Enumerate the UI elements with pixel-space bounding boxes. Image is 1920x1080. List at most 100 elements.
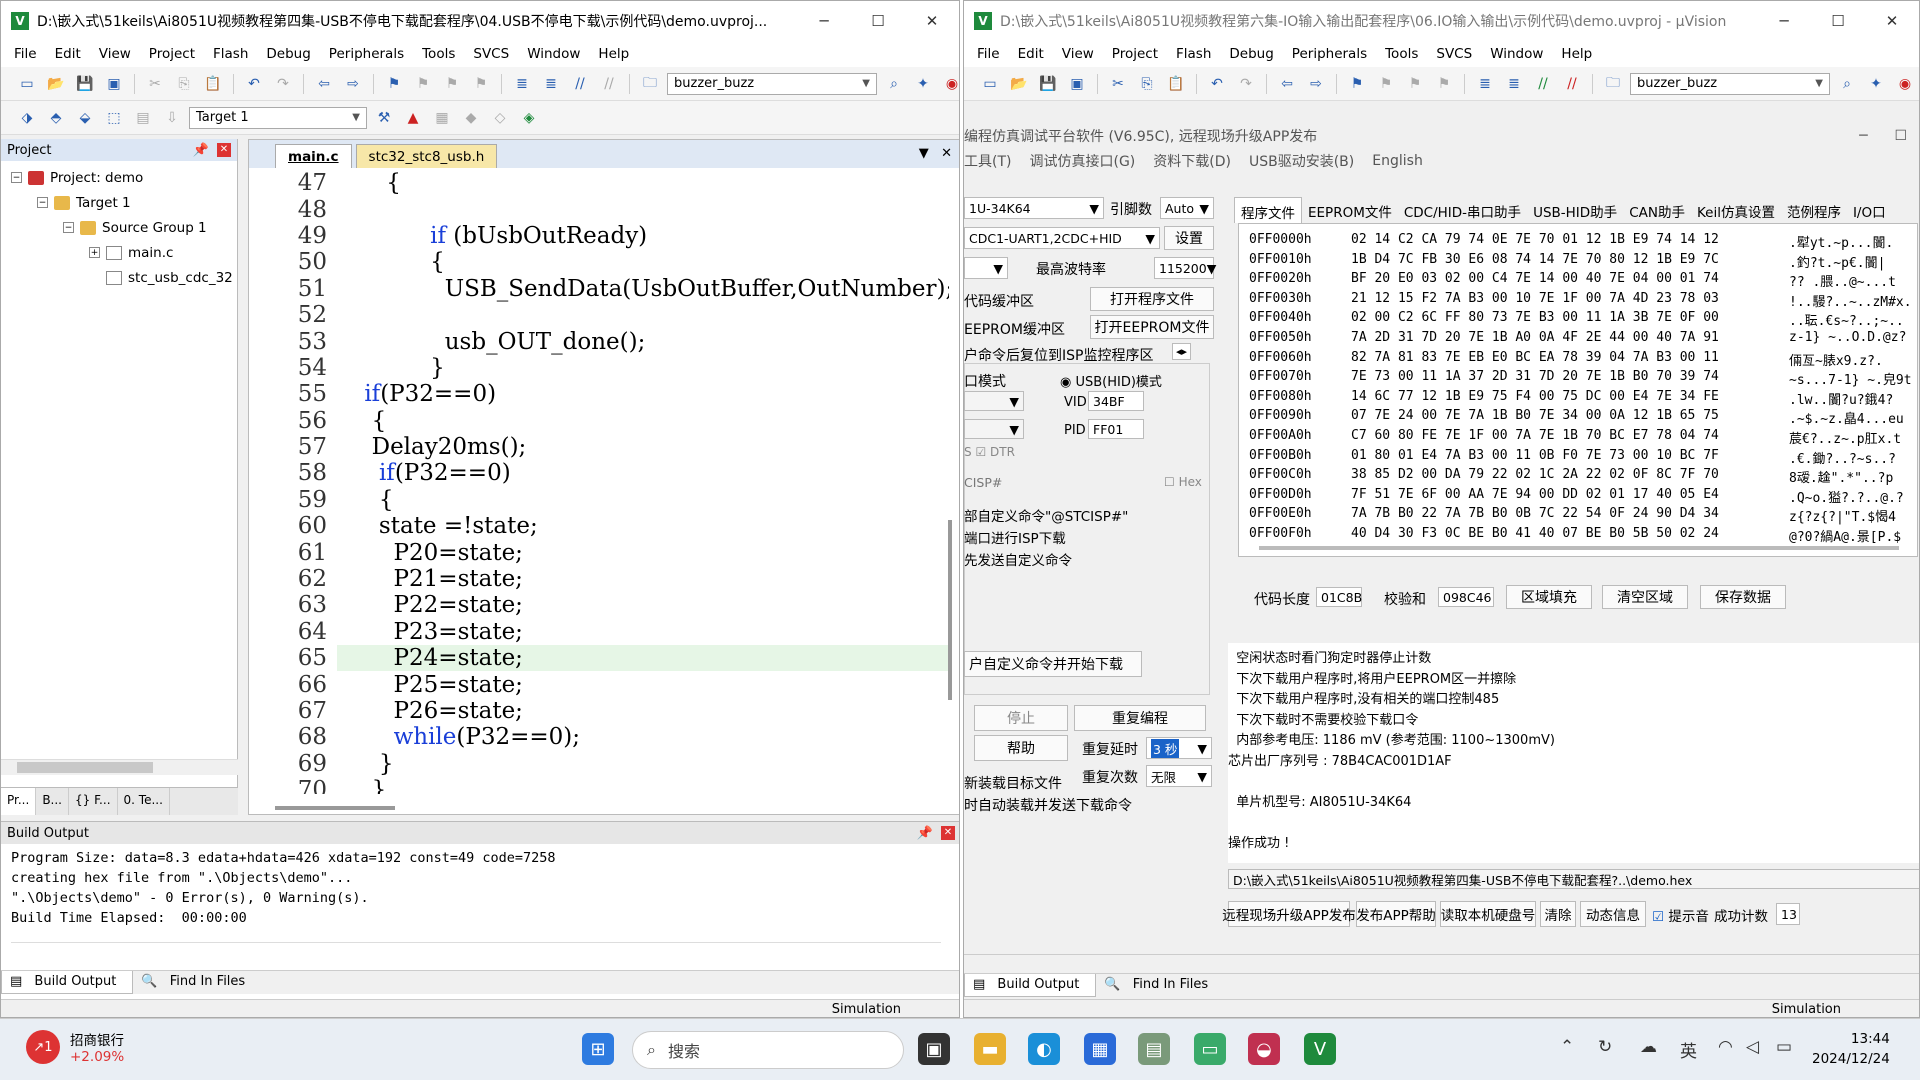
unindent-icon[interactable]: ≣ (1502, 73, 1526, 95)
tab-templates[interactable]: 0. Te... (118, 788, 170, 815)
app-help-button[interactable]: 发布APP帮助 (1356, 901, 1436, 927)
paste-icon[interactable]: 📋 (1164, 73, 1188, 95)
file-extensions-icon[interactable]: ▲ (401, 107, 425, 129)
target-options-icon[interactable]: ⚒ (372, 107, 396, 129)
build-icon[interactable]: ⬘ (44, 107, 68, 129)
paste-icon[interactable]: 📋 (201, 73, 225, 95)
menu-item-peripherals[interactable]: Peripherals (1283, 46, 1376, 62)
find-combo[interactable]: buzzer_buzz ▼ (1630, 72, 1830, 95)
scroll-arrows[interactable]: ◂▸ (1172, 343, 1192, 360)
maximize-icon[interactable]: ☐ (851, 12, 905, 30)
repeat-count-select[interactable]: 无限 ▼ (1146, 765, 1212, 787)
undo-icon[interactable]: ↶ (1205, 73, 1229, 95)
pid-input[interactable]: FF01 (1088, 419, 1144, 439)
maximize-icon[interactable]: ☐ (1894, 128, 1907, 144)
select-pack-icon[interactable]: ◆ (459, 107, 483, 129)
save-icon[interactable]: 💾 (73, 73, 97, 95)
nav-back-icon[interactable]: ⇦ (312, 73, 336, 95)
debug-start-icon[interactable]: ◉ (940, 73, 959, 95)
hex-buffer-view[interactable]: 0FF0000h 02 14 C2 CA 79 74 0E 7E 70 01 12… (1238, 223, 1918, 557)
close-icon[interactable]: ✕ (217, 142, 231, 157)
copy-icon[interactable]: ⎘ (1135, 73, 1159, 95)
tree-item-source-group[interactable]: − Source Group 1 (11, 215, 237, 240)
new-file-icon[interactable]: ▭ (978, 73, 1002, 95)
indent-icon[interactable]: ≣ (1473, 73, 1497, 95)
baud-select[interactable]: 115200 ▼ (1154, 257, 1216, 279)
indent-icon[interactable]: ≣ (510, 73, 534, 95)
menu-item-debug[interactable]: Debug (1220, 46, 1282, 62)
pack-installer-icon[interactable]: ◇ (488, 107, 512, 129)
debug-start-icon[interactable]: ◉ (1893, 73, 1917, 95)
terminal-icon[interactable]: ▭ (1194, 1033, 1226, 1065)
debug-session-icon[interactable]: ✦ (1864, 73, 1888, 95)
tab-stc32-usb-h[interactable]: stc32_stc8_usb.h (355, 144, 498, 168)
close-icon[interactable]: ✕ (941, 146, 952, 161)
stop-build-icon[interactable]: ▤ (131, 107, 155, 129)
bookmark-clear-icon[interactable]: ⚑ (469, 73, 493, 95)
debug-session-icon[interactable]: ✦ (911, 73, 935, 95)
media-icon[interactable]: ◒ (1248, 1033, 1280, 1065)
tab-find-in-files[interactable]: 🔍 Find In Files (133, 971, 261, 994)
function-tab[interactable]: 范例程序 (1781, 197, 1847, 223)
minimize-icon[interactable]: ─ (1859, 128, 1867, 144)
new-file-icon[interactable]: ▭ (15, 73, 39, 95)
port-mode-select[interactable]: ▼ (964, 257, 1008, 279)
tree-item-project[interactable]: − Project: demo (11, 165, 237, 190)
settings-button[interactable]: 设置 (1164, 226, 1214, 250)
tab-functions[interactable]: {} F... (69, 788, 118, 815)
send-custom-option[interactable]: 先发送自定义命令 (964, 549, 1072, 569)
comment-icon[interactable]: // (1531, 73, 1555, 95)
bookmark-next-icon[interactable]: ⚑ (440, 73, 464, 95)
function-tab[interactable]: EEPROM文件 (1302, 197, 1398, 223)
file-explorer-icon[interactable]: ▬ (974, 1033, 1006, 1065)
clear-button[interactable]: 清除 (1540, 901, 1576, 927)
check-select[interactable]: ▼ (964, 419, 1024, 439)
find-in-files-icon[interactable]: 🗀 (1601, 73, 1625, 95)
fill-region-button[interactable]: 区域填充 (1506, 585, 1592, 609)
port-select[interactable]: CDC1-UART1,2CDC+HID ▼ (964, 227, 1160, 249)
redo-icon[interactable]: ↷ (271, 73, 295, 95)
mcu-select[interactable]: 1U-34K64 ▼ (964, 197, 1104, 219)
hex-horizontal-scrollbar[interactable] (1259, 546, 1899, 550)
rebuild-icon[interactable]: ⬙ (73, 107, 97, 129)
menu-item-view[interactable]: View (90, 46, 140, 62)
close-icon[interactable]: ✕ (905, 12, 959, 30)
open-eeprom-button[interactable]: 打开EEPROM文件 (1090, 315, 1214, 339)
reload-target-option[interactable]: 新装载目标文件 (964, 773, 1062, 793)
redo-icon[interactable]: ↷ (1234, 73, 1258, 95)
isp-command-input[interactable]: CISP# (964, 475, 1002, 490)
cut-icon[interactable]: ✂ (143, 73, 167, 95)
tool-menu-item[interactable]: 资料下载(D) (1153, 151, 1241, 171)
tool-menu-item[interactable]: USB驱动安装(B) (1249, 151, 1364, 171)
function-tab[interactable]: Keil仿真设置 (1691, 197, 1781, 223)
nav-forward-icon[interactable]: ⇨ (341, 73, 365, 95)
vertical-scrollbar[interactable] (948, 520, 952, 700)
open-program-button[interactable]: 打开程序文件 (1090, 287, 1214, 311)
help-button[interactable]: 帮助 (974, 735, 1068, 761)
translate-icon[interactable]: ⬗ (15, 107, 39, 129)
nav-back-icon[interactable]: ⇦ (1275, 73, 1299, 95)
menu-item-file[interactable]: File (5, 46, 46, 62)
stop-button[interactable]: 停止 (974, 705, 1068, 731)
incremental-find-icon[interactable]: ⌕ (1835, 73, 1859, 95)
horizontal-scrollbar[interactable] (11, 942, 941, 958)
maximize-icon[interactable]: ☐ (1811, 12, 1865, 30)
task-view-icon[interactable]: ▣ (918, 1033, 950, 1065)
menu-item-svcs[interactable]: SVCS (464, 46, 518, 62)
tool-menu-item[interactable]: 工具(T) (964, 151, 1021, 171)
mode-select[interactable]: ▼ (964, 391, 1024, 411)
tab-project[interactable]: Pr... (1, 788, 37, 815)
edge-browser-icon[interactable]: ◐ (1028, 1033, 1060, 1065)
stc-isp-icon[interactable]: ▤ (1138, 1033, 1170, 1065)
menu-item-help[interactable]: Help (589, 46, 638, 62)
open-file-icon[interactable]: 📂 (44, 73, 68, 95)
save-icon[interactable]: 💾 (1036, 73, 1060, 95)
uvision-taskbar-icon[interactable]: V (1304, 1033, 1336, 1065)
menu-item-view[interactable]: View (1053, 46, 1103, 62)
clock[interactable]: 13:44 2024/12/24 (1812, 1029, 1890, 1069)
find-combo[interactable]: buzzer_buzz ▼ (667, 72, 877, 95)
volume-icon[interactable]: ◁ (1746, 1037, 1759, 1057)
horizontal-scrollbar[interactable] (275, 806, 395, 810)
repeat-delay-select[interactable]: 3 秒 ▼ (1146, 737, 1212, 759)
undo-icon[interactable]: ↶ (242, 73, 266, 95)
